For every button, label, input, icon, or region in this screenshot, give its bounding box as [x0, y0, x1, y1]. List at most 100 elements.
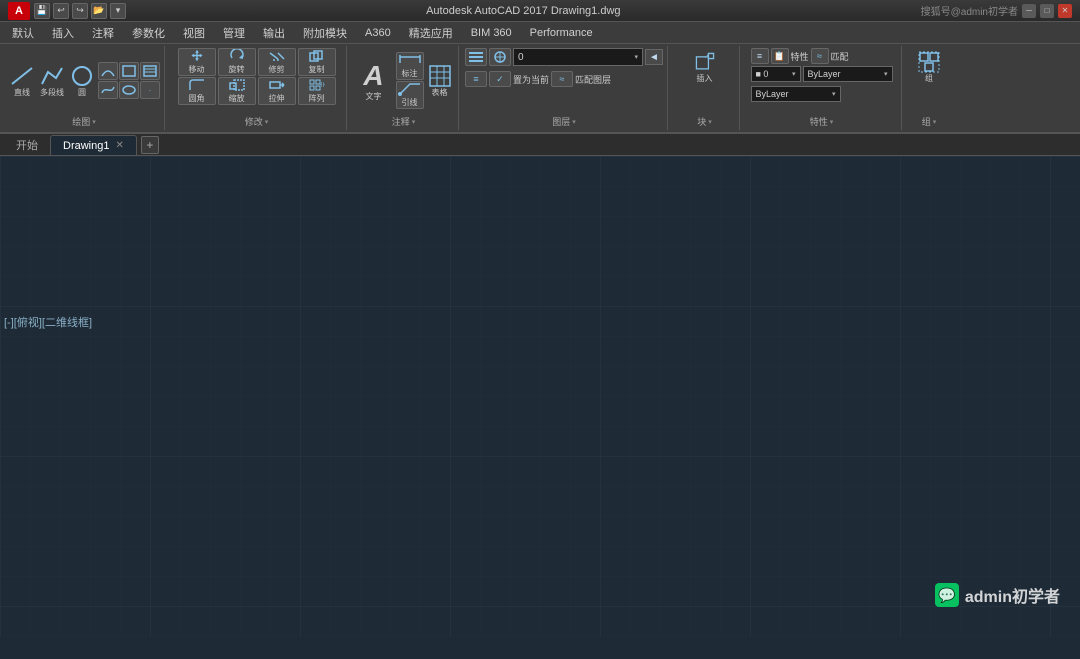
layer-group: 0 ▾ ◄ ≡ ✓ 置为当前 ≈ 匹配图层 图层 ▾ — [461, 46, 668, 130]
grid-canvas — [0, 156, 1080, 637]
ellipse-tool[interactable] — [119, 81, 139, 99]
menu-bar: 默认 插入 注释 参数化 视图 管理 输出 附加模块 A360 精选应用 BIM… — [0, 22, 1080, 44]
dim-col: 标注 引线 — [396, 52, 424, 109]
menu-featured[interactable]: 精选应用 — [401, 23, 461, 43]
leader-tool[interactable]: 引线 — [396, 81, 424, 109]
annotation-group-label: 注释 ▾ — [392, 115, 416, 128]
menu-annotation[interactable]: 注释 — [84, 23, 122, 43]
layer-props-btn[interactable] — [489, 48, 511, 66]
modify-tools: 移动 旋转 修剪 复制 — [178, 48, 336, 113]
trim-tool[interactable]: 修剪 — [258, 48, 296, 76]
table-label: 表格 — [432, 88, 448, 98]
annotation-group: A 文字 标注 引线 — [349, 46, 459, 130]
tab-close-icon[interactable]: ✕ — [115, 140, 123, 151]
menu-output[interactable]: 输出 — [255, 23, 293, 43]
match-prop-btn[interactable]: ≈ — [551, 71, 573, 87]
more-icon[interactable]: ▾ — [110, 3, 126, 19]
menu-insert[interactable]: 插入 — [44, 23, 82, 43]
set-current-btn[interactable]: ✓ — [489, 71, 511, 87]
watermark-text: admin初学者 — [965, 583, 1060, 607]
ribbon: 直线 多段线 圆 — [0, 44, 1080, 134]
draw-col: · — [98, 62, 160, 99]
menu-a360[interactable]: A360 — [357, 25, 399, 41]
add-tab-btn[interactable]: + — [141, 136, 159, 154]
titlebar-icons: 💾 ↩ ↪ 📂 ▾ — [34, 3, 126, 19]
rect-tool[interactable] — [119, 62, 139, 80]
menu-addon[interactable]: 附加模块 — [295, 23, 355, 43]
text-tool[interactable]: A 文字 — [354, 58, 394, 104]
start-tab[interactable]: 开始 — [4, 135, 50, 155]
group-tool[interactable]: 组 — [915, 48, 943, 86]
point-tool[interactable]: · — [140, 81, 160, 99]
layer-dropdown[interactable]: 0 ▾ — [513, 48, 643, 66]
stretch-tool[interactable]: 拉伸 — [258, 77, 296, 105]
table-tool[interactable]: 表格 — [426, 62, 454, 100]
close-btn[interactable]: ✕ — [1058, 4, 1072, 18]
open-icon[interactable]: 📂 — [91, 3, 107, 19]
polyline-tool[interactable]: 多段线 — [38, 62, 66, 100]
fillet-tool[interactable]: 圆角 — [178, 77, 216, 105]
annotation-tools: A 文字 标注 引线 — [354, 48, 454, 113]
title-bar: A 💾 ↩ ↪ 📂 ▾ Autodesk AutoCAD 2017 Drawin… — [0, 0, 1080, 22]
line-tool[interactable]: 直线 — [8, 62, 36, 100]
menu-default[interactable]: 默认 — [4, 23, 42, 43]
block-tools: 插入 — [691, 48, 719, 113]
save-icon[interactable]: 💾 — [34, 3, 50, 19]
block-group-label: 块 ▾ — [697, 115, 712, 128]
modify-group: 移动 旋转 修剪 复制 — [167, 46, 347, 130]
layer-prev-btn[interactable]: ◄ — [645, 49, 663, 65]
menu-manage[interactable]: 管理 — [215, 23, 253, 43]
match-props-btn[interactable]: ≡ — [751, 48, 769, 64]
autocad-logo: A — [8, 2, 30, 20]
modify-group-label: 修改 ▾ — [245, 115, 269, 128]
polyline-label: 多段线 — [40, 88, 64, 98]
move-tool[interactable]: 移动 — [178, 48, 216, 76]
layer-group-label: 图层 ▾ — [552, 115, 576, 128]
maximize-btn[interactable]: □ — [1040, 4, 1054, 18]
insert-label: 插入 — [697, 74, 713, 84]
redo-icon[interactable]: ↪ — [72, 3, 88, 19]
drawing1-tab[interactable]: Drawing1 ✕ — [50, 135, 137, 155]
title-bar-title: Autodesk AutoCAD 2017 Drawing1.dwg — [126, 5, 921, 17]
menu-performance[interactable]: Performance — [522, 25, 601, 41]
menu-bim360[interactable]: BIM 360 — [463, 25, 520, 41]
scale-tool[interactable]: 缩放 — [218, 77, 256, 105]
circle-label: 圆 — [78, 88, 86, 98]
hatch-tool[interactable] — [140, 62, 160, 80]
list-btn[interactable]: 📋 — [771, 48, 789, 64]
copy-tool[interactable]: 复制 — [298, 48, 336, 76]
undo-icon[interactable]: ↩ — [53, 3, 69, 19]
title-bar-left: A 💾 ↩ ↪ 📂 ▾ — [8, 2, 126, 20]
viewport-label: [-][俯视][二维线框] — [4, 314, 92, 330]
lineweight-dropdown[interactable]: ByLayer ▾ — [751, 86, 841, 102]
menu-parametric[interactable]: 参数化 — [124, 23, 173, 43]
watermark-top: 搜狐号@admin初学者 — [921, 3, 1018, 18]
doc-tabs: 开始 Drawing1 ✕ + — [0, 134, 1080, 156]
array-tool[interactable]: 阵列 — [298, 77, 336, 105]
color-dropdown[interactable]: ■ 0 ▾ — [751, 66, 801, 82]
arc-tool[interactable] — [98, 62, 118, 80]
line-label: 直线 — [14, 88, 30, 98]
canvas-area[interactable]: [-][俯视][二维线框] 💬 admin初学者 — [0, 156, 1080, 637]
draw-group: 直线 多段线 圆 — [4, 46, 165, 130]
text-label: 文字 — [366, 92, 382, 102]
draw-tools: 直线 多段线 圆 — [8, 48, 160, 113]
watermark: 💬 admin初学者 — [935, 583, 1060, 607]
rotate-tool[interactable]: 旋转 — [218, 48, 256, 76]
match-layer-btn[interactable]: ≡ — [465, 71, 487, 87]
menu-view[interactable]: 视图 — [175, 23, 213, 43]
group-label: 组 — [925, 74, 933, 84]
linetype-dropdown[interactable]: ByLayer ▾ — [803, 66, 893, 82]
layer-tools: 0 ▾ ◄ ≡ ✓ 置为当前 ≈ 匹配图层 — [465, 48, 663, 113]
minimize-btn[interactable]: ─ — [1022, 4, 1036, 18]
match-btn[interactable]: ≈ — [811, 48, 829, 64]
layer-panel-btn[interactable] — [465, 48, 487, 66]
props-group-label: 特性 ▾ — [810, 115, 834, 128]
draw-group-label: 绘图 ▾ — [72, 115, 96, 128]
insert-tool[interactable]: 插入 — [691, 48, 719, 86]
spline-tool[interactable] — [98, 81, 118, 99]
title-bar-right: 搜狐号@admin初学者 ─ □ ✕ — [921, 3, 1072, 18]
circle-tool[interactable]: 圆 — [68, 62, 96, 100]
dimension-tool[interactable]: 标注 — [396, 52, 424, 80]
group-group-label: 组 ▾ — [922, 115, 937, 128]
